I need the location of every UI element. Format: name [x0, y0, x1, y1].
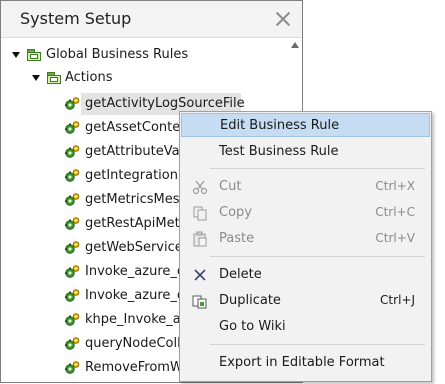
tree-item-label: queryNodeColle	[85, 336, 189, 351]
menu-item-edit-business-rule[interactable]: Edit Business Rule	[181, 113, 430, 137]
tree-node-label: Global Business Rules	[46, 47, 189, 62]
menu-item-label: Delete	[219, 267, 262, 282]
tree-item-label: getIntegrationP	[85, 168, 186, 183]
menu-separator	[210, 168, 425, 169]
menu-item-label: Copy	[219, 205, 252, 220]
tree-item-label: Invoke_azure_c	[85, 264, 185, 279]
tree-node-actions[interactable]: Actions	[1, 67, 281, 89]
copy-icon	[193, 206, 207, 221]
menu-item-cut[interactable]: Cut Ctrl+X	[181, 175, 430, 199]
business-rule-gear-icon	[64, 96, 80, 112]
menu-item-export-editable-format[interactable]: Export in Editable Format	[181, 351, 430, 375]
business-rule-gear-icon	[64, 360, 80, 376]
menu-item-duplicate[interactable]: Duplicate Ctrl+J	[181, 289, 430, 313]
folder-icon	[47, 72, 61, 84]
menu-item-label: Go to Wiki	[219, 319, 286, 334]
menu-separator	[210, 344, 425, 345]
business-rule-gear-icon	[64, 216, 80, 232]
expand-arrow-icon[interactable]	[32, 75, 40, 81]
tree-node-label: Actions	[65, 70, 113, 85]
tree-item-label: getWebServiceI	[85, 240, 187, 255]
menu-item-label: Test Business Rule	[219, 144, 339, 159]
tree-item-label: Invoke_azure_c	[85, 288, 185, 303]
shortcut-label: Ctrl+X	[375, 179, 415, 193]
expand-arrow-icon[interactable]	[12, 52, 20, 58]
menu-separator	[210, 256, 425, 257]
tree-item-label: getMetricsMessa	[85, 192, 195, 207]
business-rule-gear-icon	[64, 240, 80, 256]
tree-item-label: RemoveFromWi	[85, 360, 187, 375]
tree-item-label: getAssetConten	[85, 120, 189, 135]
menu-item-delete[interactable]: Delete	[181, 263, 430, 287]
menu-item-test-business-rule[interactable]: Test Business Rule	[181, 140, 430, 164]
panel-title: System Setup	[20, 9, 132, 28]
menu-item-go-to-wiki[interactable]: Go to Wiki	[181, 315, 430, 339]
business-rule-gear-icon	[64, 336, 80, 352]
duplicate-icon	[192, 295, 207, 309]
menu-item-label: Cut	[219, 179, 242, 194]
paste-icon	[193, 231, 207, 247]
menu-item-label: Edit Business Rule	[220, 118, 340, 133]
menu-item-paste[interactable]: Paste Ctrl+V	[181, 227, 430, 251]
menu-item-label: Export in Editable Format	[219, 355, 385, 370]
context-menu: Edit Business Rule Test Business Rule Cu…	[179, 111, 432, 382]
cut-icon	[192, 180, 208, 195]
shortcut-label: Ctrl+V	[375, 231, 415, 245]
menu-item-label: Paste	[219, 231, 255, 246]
close-icon[interactable]	[273, 9, 293, 29]
delete-icon	[194, 269, 206, 281]
tree-item-label: getRestApiMetri	[85, 216, 189, 231]
shortcut-label: Ctrl+J	[380, 293, 415, 307]
panel-header: System Setup	[1, 1, 302, 38]
tree-item-label: getAttributeVali	[85, 144, 187, 159]
business-rule-gear-icon	[64, 168, 80, 184]
business-rule-gear-icon	[64, 312, 80, 328]
shortcut-label: Ctrl+C	[375, 205, 415, 219]
business-rule-gear-icon	[64, 192, 80, 208]
business-rule-gear-icon	[64, 288, 80, 304]
folder-icon	[27, 49, 41, 61]
menu-item-copy[interactable]: Copy Ctrl+C	[181, 201, 430, 225]
tree-node-global-business-rules[interactable]: Global Business Rules	[1, 44, 281, 66]
scroll-up-arrow-icon[interactable]	[291, 42, 299, 48]
business-rule-gear-icon	[64, 120, 80, 136]
tree-item-label: khpe_Invoke_a	[85, 312, 181, 327]
business-rule-gear-icon	[64, 264, 80, 280]
business-rule-gear-icon	[64, 144, 80, 160]
menu-item-label: Duplicate	[219, 293, 281, 308]
